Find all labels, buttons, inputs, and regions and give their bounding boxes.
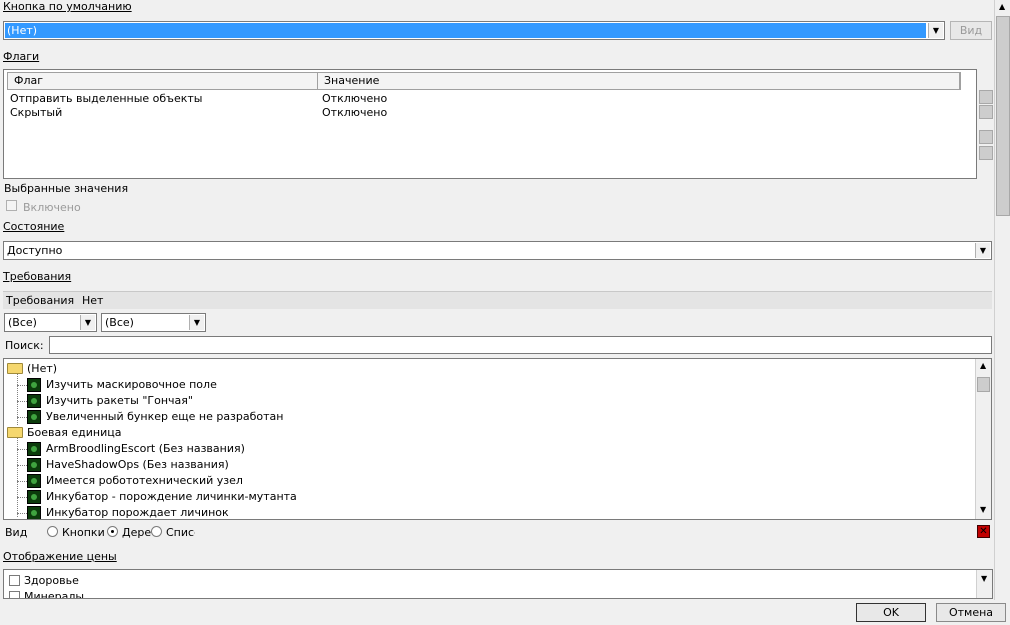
tree-scrollbar[interactable]: ▲ ▼ — [975, 359, 991, 519]
price-display-title: Отображение цены — [3, 550, 117, 563]
scroll-up-icon[interactable]: ▲ — [980, 361, 986, 370]
tree-item[interactable]: Изучить ракеты "Гончая" — [46, 394, 193, 407]
chevron-down-icon[interactable]: ▼ — [189, 315, 204, 330]
unit-icon — [27, 458, 41, 472]
tree-item[interactable]: Инкубатор порождает личинок — [46, 506, 229, 519]
delete-icon[interactable]: ✕ — [977, 525, 990, 538]
chevron-down-icon[interactable]: ▼ — [975, 243, 990, 258]
price-display-list: Здоровье Минералы ▼ — [3, 569, 993, 599]
scroll-down-icon[interactable]: ▼ — [980, 505, 986, 514]
unit-icon — [27, 378, 41, 392]
flags-title: Флаги — [3, 50, 40, 63]
flags-side-button[interactable] — [979, 130, 993, 144]
unit-icon — [27, 442, 41, 456]
unit-icon — [27, 410, 41, 424]
flags-side-button[interactable] — [979, 105, 993, 119]
default-button-value: (Нет) — [7, 24, 38, 37]
column-header-flag[interactable]: Флаг — [8, 73, 318, 90]
unit-icon — [27, 506, 41, 519]
flag-row-value[interactable]: Отключено — [322, 106, 387, 119]
scroll-up-icon[interactable]: ▲ — [999, 2, 1005, 11]
default-button-title: Кнопка по умолчанию — [3, 0, 132, 13]
main-scroll-thumb[interactable] — [996, 16, 1010, 216]
view-radio-tree[interactable] — [107, 526, 118, 537]
tree-item[interactable]: Увеличенный бункер еще не разработан — [46, 410, 284, 423]
tree-item[interactable]: Изучить маскировочное поле — [46, 378, 217, 391]
flags-table: Флаг Значение Отправить выделенные объек… — [3, 69, 977, 179]
search-input[interactable] — [49, 336, 992, 354]
default-button-select[interactable]: (Нет) ▼ — [3, 21, 945, 40]
requirements-tree: (Нет) Изучить маскировочное поле Изучить… — [3, 358, 992, 520]
main-scrollbar[interactable]: ▲ — [994, 0, 1010, 600]
flag-row-name[interactable]: Скрытый — [10, 106, 62, 119]
ok-button[interactable]: OK — [856, 603, 926, 622]
cancel-button[interactable]: Отмена — [936, 603, 1006, 622]
unit-icon — [27, 490, 41, 504]
chevron-down-icon[interactable]: ▼ — [928, 23, 943, 38]
flag-row-name[interactable]: Отправить выделенные объекты — [10, 92, 202, 105]
price-item-checkbox[interactable] — [9, 575, 20, 586]
column-header-value[interactable]: Значение — [318, 73, 960, 90]
tree-item[interactable]: (Нет) — [27, 362, 57, 375]
folder-icon — [7, 363, 23, 374]
view-radio-buttons[interactable] — [47, 526, 58, 537]
state-value: Доступно — [7, 244, 63, 257]
unit-icon — [27, 474, 41, 488]
price-item-label: Здоровье — [24, 574, 79, 587]
view-radio-list[interactable] — [151, 526, 162, 537]
tree-scroll-thumb[interactable] — [977, 377, 990, 392]
unit-icon — [27, 394, 41, 408]
view-radio-buttons-label: Кнопки — [62, 526, 105, 539]
filter-value-2: (Все) — [105, 316, 134, 329]
price-scrollbar[interactable]: ▼ — [976, 570, 992, 598]
tree-item[interactable]: Боевая единица — [27, 426, 121, 439]
flag-row-value[interactable]: Отключено — [322, 92, 387, 105]
view-label: Вид — [5, 526, 28, 539]
enabled-checkbox[interactable] — [6, 200, 17, 211]
filter-value-1: (Все) — [8, 316, 37, 329]
price-item-checkbox[interactable] — [9, 591, 20, 598]
requirements-value: Нет — [82, 294, 104, 307]
tree-item[interactable]: ArmBroodlingEscort (Без названия) — [46, 442, 245, 455]
chosen-values-label: Выбранные значения — [4, 182, 129, 195]
filter-select-2[interactable]: (Все) ▼ — [101, 313, 206, 332]
view-radio-list-label: Списс — [166, 526, 195, 539]
folder-icon — [7, 427, 23, 438]
flags-side-button[interactable] — [979, 146, 993, 160]
flags-side-button[interactable] — [979, 90, 993, 104]
requirements-title: Требования — [3, 270, 72, 283]
tree-item[interactable]: HaveShadowOps (Без названия) — [46, 458, 229, 471]
scroll-down-icon[interactable]: ▼ — [981, 574, 987, 583]
state-select[interactable]: Доступно ▼ — [3, 241, 992, 260]
state-title: Состояние — [3, 220, 65, 233]
tree-item[interactable]: Имеется робототехнический узел — [46, 474, 243, 487]
price-item-label: Минералы — [24, 590, 85, 599]
flags-table-header: Флаг Значение — [7, 72, 961, 90]
view-radio-tree-label: Дере — [122, 526, 152, 539]
requirements-label: Требования — [6, 294, 75, 307]
filter-select-1[interactable]: (Все) ▼ — [4, 313, 97, 332]
requirements-bar: Требования Нет — [3, 291, 992, 309]
chevron-down-icon[interactable]: ▼ — [80, 315, 95, 330]
tree-item[interactable]: Инкубатор - порождение личинки-мутанта — [46, 490, 297, 503]
view-button[interactable]: Вид — [950, 21, 992, 40]
search-label: Поиск: — [5, 339, 44, 352]
enabled-checkbox-label: Включено — [23, 201, 81, 214]
